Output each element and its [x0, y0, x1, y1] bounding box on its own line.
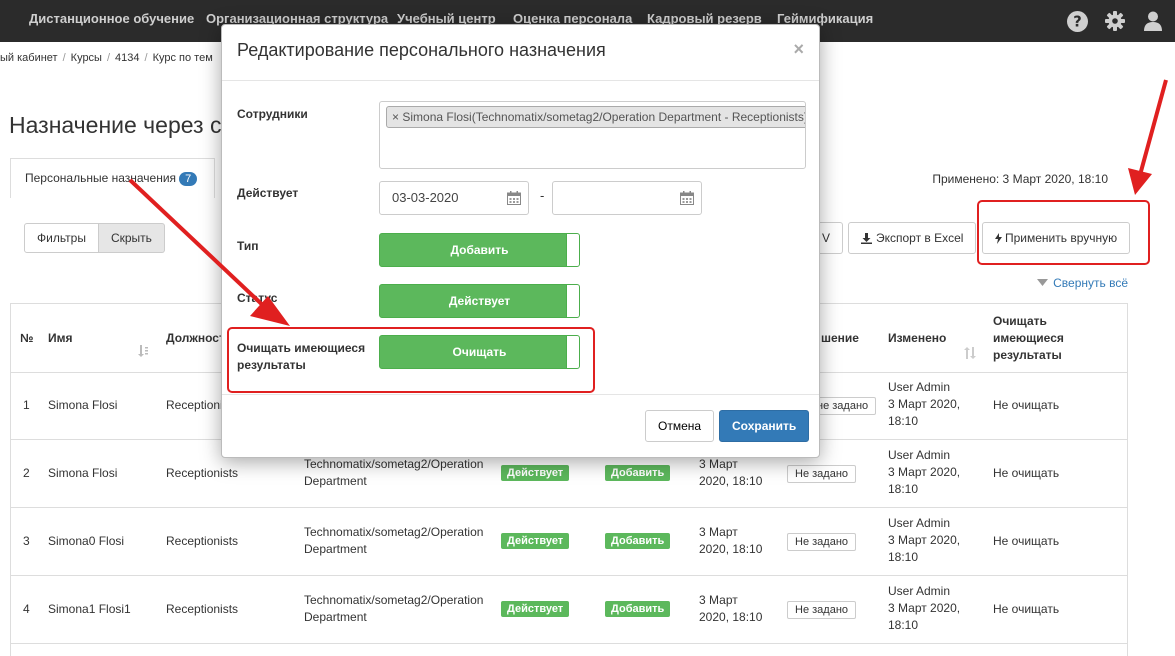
row-clear: Не очищать	[993, 602, 1060, 616]
decision-badge: Не задано	[787, 533, 857, 551]
breadcrumb-course-id[interactable]: 4134	[115, 52, 139, 64]
calendar-icon[interactable]	[680, 191, 694, 208]
date-from-input[interactable]: 03-03-2020	[379, 181, 529, 215]
triangle-down-icon	[1037, 275, 1049, 289]
row-position: Receptionists	[166, 602, 239, 616]
employees-label: Сотрудники	[237, 107, 308, 121]
row-date: 3 Март 2020, 18:10	[699, 525, 763, 556]
save-button[interactable]: Сохранить	[719, 410, 810, 442]
hide-button[interactable]: Скрыть	[98, 223, 165, 253]
status-label: Статус	[237, 291, 278, 305]
status-badge: Действует	[501, 465, 570, 481]
user-icon[interactable]	[1141, 9, 1165, 33]
row-name: Simona Flosi	[48, 466, 118, 480]
filters-button[interactable]: Фильтры	[24, 223, 99, 253]
row-org: Technomatix/sometag2/Operation Department	[304, 457, 484, 488]
row-name: Simona1 Flosi1	[48, 602, 131, 616]
employees-select[interactable]: × Simona Flosi(Technomatix/sometag2/Oper…	[379, 101, 806, 169]
row-num: 2	[23, 466, 30, 480]
calendar-icon[interactable]	[507, 191, 521, 208]
col-header-num: №	[20, 331, 34, 345]
type-badge: Добавить	[605, 533, 671, 549]
row-clear: Не очищать	[993, 466, 1060, 480]
breadcrumb-cabinet[interactable]: ый кабинет	[0, 52, 58, 64]
svg-text:?: ?	[1073, 13, 1082, 30]
breadcrumb: ый кабинет / Курсы/4134/Курс по тем	[0, 52, 213, 64]
row-changed: User Admin 3 Март 2020, 18:10	[888, 380, 961, 428]
employee-tag-label: Simona Flosi(Technomatix/sometag2/Operat…	[402, 110, 806, 124]
applied-timestamp: Применено: 3 Март 2020, 18:10	[932, 172, 1108, 186]
cancel-button[interactable]: Отмена	[645, 410, 715, 442]
row-changed: User Admin 3 Март 2020, 18:10	[888, 584, 961, 632]
row-date: 3 Март 2020, 18:10	[699, 593, 763, 624]
decision-badge: Не задано	[787, 465, 857, 483]
row-num: 3	[23, 534, 30, 548]
tab-personal-assignments[interactable]: Персональные назначения 7	[10, 158, 215, 198]
count-badge: 7	[179, 172, 198, 186]
employee-tag[interactable]: × Simona Flosi(Technomatix/sometag2/Oper…	[386, 106, 806, 128]
filter-button-group: Фильтры Скрыть	[24, 223, 165, 253]
type-label: Тип	[237, 239, 259, 253]
page-title: Назначение через с	[9, 112, 222, 138]
sort-icon[interactable]	[964, 347, 976, 362]
valid-label: Действует	[237, 186, 299, 200]
status-toggle[interactable]: Действует	[379, 284, 580, 318]
col-header-changed[interactable]: Изменено	[888, 331, 946, 345]
row-org: Technomatix/sometag2/Operation Department	[304, 525, 484, 556]
row-num: 1	[23, 398, 30, 412]
col-header-clear-results[interactable]: Очищать имеющиеся результаты	[993, 313, 1064, 364]
gear-icon[interactable]	[1103, 9, 1127, 33]
arrow-to-apply-manually	[1138, 79, 1168, 176]
download-icon	[861, 232, 872, 244]
status-badge: Действует	[501, 533, 570, 549]
row-changed: User Admin 3 Март 2020, 18:10	[888, 448, 961, 496]
date-range-dash: -	[540, 188, 545, 203]
row-changed: User Admin 3 Март 2020, 18:10	[888, 516, 961, 564]
tab-label: Персональные назначения	[25, 171, 177, 185]
nav-item-distance-learning[interactable]: Дистанционное обучение	[29, 11, 194, 26]
row-org: Technomatix/sometag2/Operation Department	[304, 593, 484, 624]
sort-icon[interactable]	[137, 345, 149, 360]
export-excel-button[interactable]: Экспорт в Excel	[848, 222, 977, 254]
type-toggle[interactable]: Добавить	[379, 233, 580, 267]
arrowhead-apply-manually	[1128, 168, 1152, 195]
col-header-position[interactable]: Должност	[166, 331, 225, 345]
decision-badge: Не задано	[787, 601, 857, 619]
status-badge: Действует	[501, 601, 570, 617]
date-from-value: 03-03-2020	[392, 190, 459, 205]
type-badge: Добавить	[605, 465, 671, 481]
tag-remove-icon[interactable]: ×	[392, 110, 399, 124]
row-name: Simona Flosi	[48, 398, 118, 412]
collapse-all-label: Свернуть всё	[1053, 276, 1128, 290]
date-to-input[interactable]	[552, 181, 702, 215]
row-position: Receptionists	[166, 466, 239, 480]
row-position: Receptionis	[166, 398, 229, 412]
row-position: Receptionists	[166, 534, 239, 548]
modal-title: Редактирование персонального назначения	[237, 40, 606, 60]
row-num: 4	[23, 602, 30, 616]
close-icon[interactable]: ×	[793, 39, 804, 60]
col-header-name[interactable]: Имя	[48, 331, 73, 345]
breadcrumb-course[interactable]: Курс по тем	[153, 52, 213, 64]
highlight-apply-manually	[977, 200, 1150, 265]
question-icon[interactable]: ?	[1065, 9, 1089, 33]
type-badge: Добавить	[605, 601, 671, 617]
row-clear: Не очищать	[993, 534, 1060, 548]
highlight-clear-results	[227, 327, 595, 393]
export-excel-label: Экспорт в Excel	[876, 231, 964, 245]
row-clear: Не очищать	[993, 398, 1060, 412]
collapse-all-link[interactable]: Свернуть всё	[1037, 275, 1128, 290]
row-date: 3 Март 2020, 18:10	[699, 457, 763, 488]
col-header-decision[interactable]: шение	[821, 331, 859, 345]
row-name: Simona0 Flosi	[48, 534, 125, 548]
breadcrumb-courses[interactable]: Курсы	[71, 52, 102, 64]
